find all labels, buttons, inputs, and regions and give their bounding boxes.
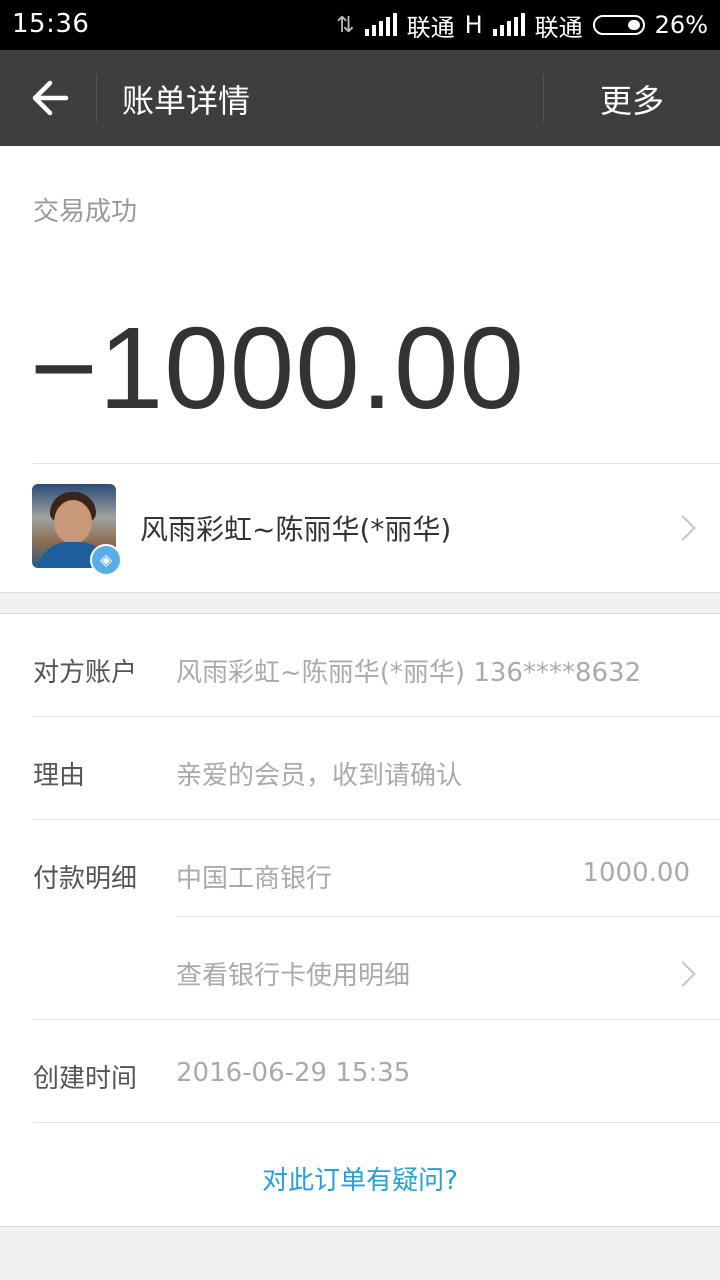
payment-label: 付款明细 xyxy=(33,864,138,894)
divider xyxy=(33,1019,720,1020)
transaction-summary: 交易成功 −1000.00 ◈ 风雨彩虹~陈丽华(*丽华) xyxy=(0,146,720,593)
battery-icon xyxy=(592,15,645,35)
order-question-link[interactable]: 对此订单有疑问? xyxy=(0,1160,720,1197)
data-activity-icon: ⇅ xyxy=(336,12,355,38)
counterparty-row[interactable]: ◈ 风雨彩虹~陈丽华(*丽华) xyxy=(0,464,720,592)
card-usage-link[interactable]: 查看银行卡使用明细 xyxy=(176,917,720,1017)
signal-icon xyxy=(364,13,397,36)
transaction-amount: −1000.00 xyxy=(30,303,526,433)
reason-label: 理由 xyxy=(33,761,86,791)
payment-bank: 中国工商银行 xyxy=(176,864,333,894)
arrow-left-icon[interactable] xyxy=(30,80,70,116)
divider xyxy=(33,716,720,717)
transaction-details: 对方账户 风雨彩虹~陈丽华(*丽华) 136****8632 理由 亲爱的会员，… xyxy=(0,613,720,1227)
created-value: 2016-06-29 15:35 xyxy=(176,1058,411,1088)
divider xyxy=(33,1122,720,1123)
header-divider xyxy=(543,74,544,122)
status-time: 15:36 xyxy=(12,9,90,39)
carrier-2: 联通 xyxy=(534,13,583,42)
status-bar: 15:36 ⇅ 联通 H 联通 26% xyxy=(0,0,720,50)
more-button[interactable]: 更多 xyxy=(600,76,664,122)
chevron-right-icon xyxy=(670,515,696,541)
account-value: 风雨彩虹~陈丽华(*丽华) 136****8632 xyxy=(176,658,642,688)
reason-value: 亲爱的会员，收到请确认 xyxy=(176,761,463,791)
card-usage-label: 查看银行卡使用明细 xyxy=(176,961,411,991)
counterparty-name: 风雨彩虹~陈丽华(*丽华) xyxy=(140,513,452,546)
network-type: H xyxy=(464,11,483,39)
account-label: 对方账户 xyxy=(33,658,138,688)
signal-icon-2 xyxy=(492,13,525,36)
page-title: 账单详情 xyxy=(122,82,251,120)
payment-amount: 1000.00 xyxy=(582,858,690,888)
transaction-status: 交易成功 xyxy=(33,197,138,227)
header-divider xyxy=(96,74,97,122)
title-bar: 账单详情 更多 xyxy=(0,50,720,146)
chevron-right-icon xyxy=(670,961,696,987)
status-indicators: ⇅ 联通 H 联通 26% xyxy=(326,9,708,42)
carrier-1: 联通 xyxy=(406,13,455,42)
battery-percent: 26% xyxy=(654,11,708,39)
created-label: 创建时间 xyxy=(33,1064,138,1094)
verified-badge-icon: ◈ xyxy=(90,544,122,576)
divider xyxy=(33,819,720,820)
